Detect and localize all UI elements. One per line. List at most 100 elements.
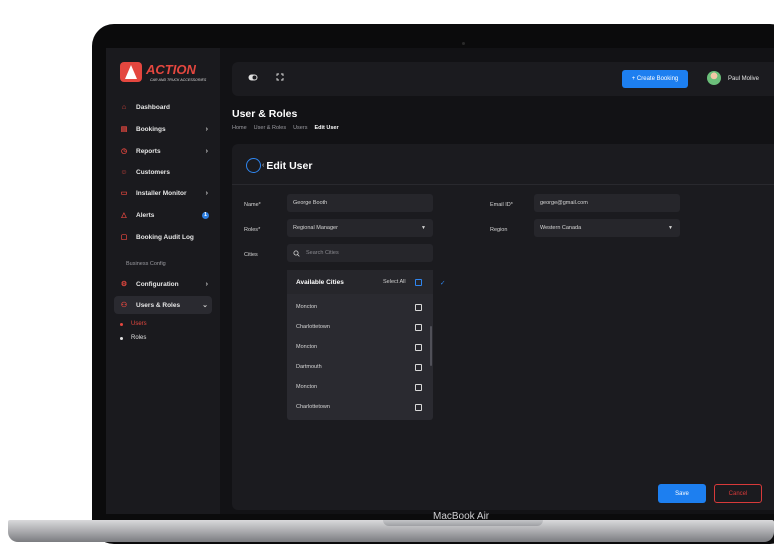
save-button[interactable]: Save [658,484,706,503]
sidebar-item-label: Reports [136,147,161,155]
chevron-right-icon: › [205,189,208,197]
region-label: Region [490,227,508,233]
city-option[interactable]: Charlottetown [296,324,330,330]
sidebar-item-label: Users & Roles [136,301,181,309]
check-icon: ✓ [440,280,446,287]
form-heading: Edit User [266,159,313,172]
email-label: Email ID* [490,202,513,208]
app-screen: ACTION CAR AND TRUCK ACCESSORIES ⌂ Dashb… [106,48,774,514]
fullscreen-icon[interactable] [276,73,284,83]
city-option[interactable]: Moncton [296,344,317,350]
bullet-icon [120,322,123,326]
select-all-label[interactable]: Select All [383,279,406,285]
city-option[interactable]: Moncton [296,384,317,390]
sidebar-item-booking-audit-log[interactable]: ▢ Booking Audit Log [114,228,212,246]
select-all-checkbox[interactable] [415,279,422,286]
sidebar-item-configuration[interactable]: ⚙ Configuration › [114,275,212,293]
city-option[interactable]: Charlottetown [296,404,330,410]
divider [232,184,774,185]
region-select-value: Western Canada [540,225,582,231]
sidebar-item-label: Customers [136,168,170,176]
avatar[interactable] [707,71,721,85]
city-checkbox[interactable] [415,404,422,411]
edit-user-card: ‹ Edit User Name* George Booth Email ID*… [232,144,774,510]
back-circle-icon[interactable] [246,158,261,173]
breadcrumb-current: Edit User [314,125,339,131]
bullet-icon [120,336,123,340]
edit-user-header: ‹ Edit User [246,158,312,173]
sidebar-item-alerts[interactable]: △ Alerts 1 [114,206,212,224]
sidebar-item-label: Bookings [136,125,166,133]
svg-text:CAR AND TRUCK ACCESSORIES: CAR AND TRUCK ACCESSORIES [150,78,207,82]
roles-select-value: Regional Manager [293,225,338,231]
user-roles-icon: ⚇ [120,302,128,309]
name-label: Name* [244,202,261,208]
name-field[interactable]: George Booth [287,194,433,212]
chevron-down-icon: ▼ [668,225,673,231]
main-content: + Create Booking Paul Molive User & Role… [220,48,774,514]
clock-icon: ◷ [120,148,128,155]
city-checkbox[interactable] [415,344,422,351]
alerts-badge: 1 [202,211,209,219]
search-icon [293,250,300,257]
sidebar-item-customers[interactable]: ☺ Customers [114,163,212,181]
city-option[interactable]: Dartmouth [296,364,322,370]
page-title: User & Roles [232,108,298,120]
cities-label: Cities [244,252,258,258]
city-checkbox[interactable] [415,324,422,331]
roles-select[interactable]: Regional Manager ▼ [287,219,433,237]
chevron-left-icon[interactable]: ‹ [262,162,264,169]
sidebar: ACTION CAR AND TRUCK ACCESSORIES ⌂ Dashb… [106,48,220,514]
sidebar-item-bookings[interactable]: ▤ Bookings › [114,120,212,138]
cities-search-input[interactable]: Search Cities [287,244,433,262]
calendar-icon: ▤ [120,126,128,133]
sidebar-subitem-label: Users [131,321,147,327]
svg-text:ACTION: ACTION [145,62,196,77]
breadcrumb: Home User & Roles Users Edit User [232,125,339,131]
sidebar-item-label: Booking Audit Log [136,233,194,241]
sidebar-item-users-roles[interactable]: ⚇ Users & Roles ⌄ [114,296,212,314]
cities-dropdown-title: Available Cities [296,279,344,286]
city-checkbox[interactable] [415,384,422,391]
gear-icon: ⚙ [120,281,128,288]
breadcrumb-item[interactable]: Users [293,125,307,131]
city-checkbox[interactable] [415,304,422,311]
sidebar-item-installer-monitor[interactable]: ▭ Installer Monitor › [114,184,212,202]
breadcrumb-item[interactable]: Home [232,125,247,131]
chevron-right-icon: › [205,147,208,155]
chevron-right-icon: › [205,280,208,288]
warning-icon: △ [121,212,127,219]
chevron-right-icon: › [205,125,208,133]
dropdown-scrollbar[interactable] [430,326,432,366]
sidebar-subitem-label: Roles [131,335,147,341]
device-label: MacBook Air [433,511,490,522]
sidebar-item-label: Alerts [136,211,155,219]
region-select[interactable]: Western Canada ▼ [534,219,680,237]
cancel-button[interactable]: Cancel [714,484,762,503]
chevron-down-icon: ▼ [421,225,426,231]
cities-search-placeholder: Search Cities [306,250,339,256]
city-option[interactable]: Moncton [296,304,317,310]
sidebar-subitem-roles[interactable]: Roles [120,335,146,341]
create-booking-button[interactable]: + Create Booking [622,70,688,88]
action-logo: ACTION CAR AND TRUCK ACCESSORIES [120,62,207,82]
sidebar-item-label: Installer Monitor [136,189,187,197]
email-field[interactable]: george@gmail.com [534,194,680,212]
section-label: Business Config [126,261,166,267]
sidebar-item-label: Dashboard [136,103,170,111]
top-bar: + Create Booking Paul Molive [232,62,774,96]
sidebar-item-label: Configuration [136,280,179,288]
chevron-down-icon: ⌄ [202,302,208,309]
roles-label: Roles* [244,227,261,233]
toggle-icon[interactable] [248,74,258,83]
sidebar-item-reports[interactable]: ◷ Reports › [114,142,212,160]
sidebar-item-dashboard[interactable]: ⌂ Dashboard [114,98,212,116]
sidebar-subitem-users[interactable]: Users [120,321,147,327]
breadcrumb-item[interactable]: User & Roles [254,125,286,131]
home-icon: ⌂ [121,103,127,111]
camera-dot [462,42,465,45]
document-icon: ▢ [120,234,128,241]
user-name[interactable]: Paul Molive [728,76,759,82]
city-checkbox[interactable] [415,364,422,371]
cities-dropdown: Available Cities Select All ✓ Moncton Ch… [287,270,445,420]
